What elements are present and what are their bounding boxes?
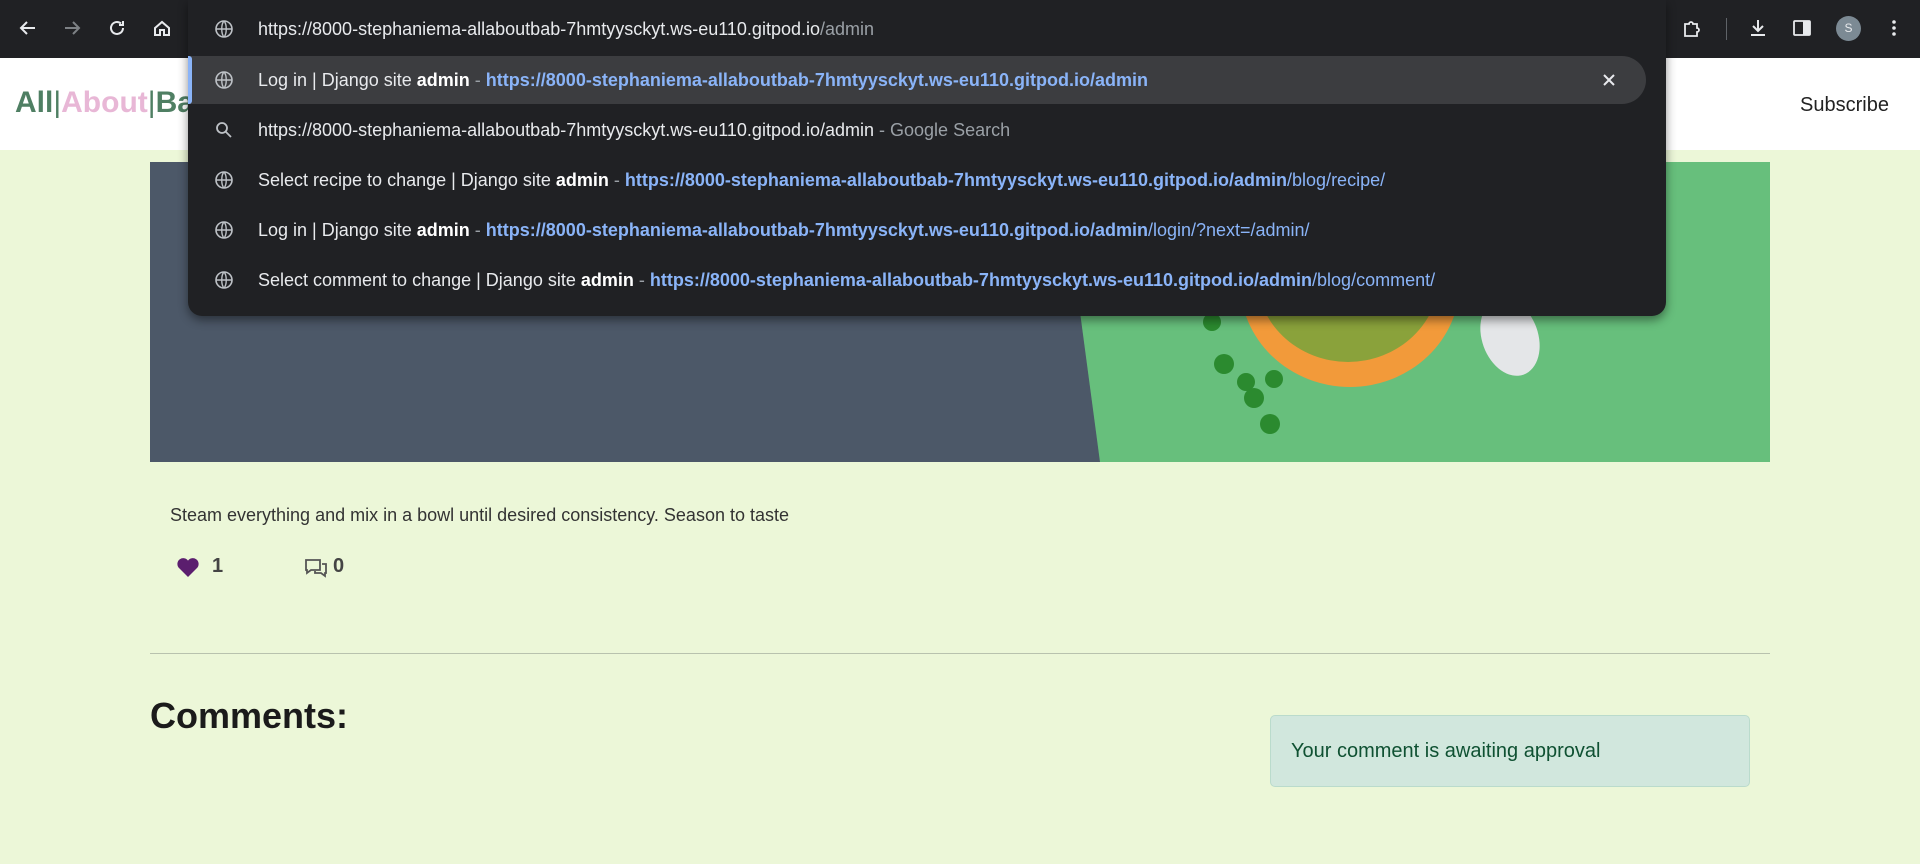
suggestion-title-match: admin	[416, 70, 470, 90]
brand-all: All	[15, 86, 54, 119]
globe-icon	[214, 220, 234, 240]
suggestion-title: Select comment to change | Django site	[258, 270, 581, 290]
like-button[interactable]: 1	[176, 555, 223, 578]
side-panel-icon[interactable]	[1788, 14, 1816, 42]
suggestion-title-match: admin	[580, 270, 634, 290]
brand-about: About	[61, 86, 148, 119]
suggestion-title: Log in | Django site	[258, 220, 417, 240]
menu-icon[interactable]	[1880, 14, 1908, 42]
address-bar-dropdown: https://8000-stephaniema-allaboutbab-7hm…	[188, 0, 1666, 316]
recipe-method-text: Steam everything and mix in a bowl until…	[170, 505, 789, 525]
comments-icon	[305, 558, 327, 578]
suggestion-search-suffix: - Google Search	[874, 120, 1011, 140]
brand-pipe: |	[147, 86, 156, 119]
brand-pipe: |	[53, 86, 62, 119]
suggestion-separator: -	[469, 220, 486, 240]
extensions-icon[interactable]	[1678, 14, 1706, 42]
site-logo[interactable]: All|About|Bab	[15, 86, 212, 120]
suggestion-item[interactable]: Select comment to change | Django site a…	[188, 256, 1646, 304]
suggestion-separator: -	[469, 70, 486, 90]
suggestion-item[interactable]: Select recipe to change | Django site ad…	[188, 156, 1646, 204]
comments-heading: Comments:	[150, 695, 349, 736]
suggestion-separator: -	[633, 270, 650, 290]
suggestion-title-match: admin	[416, 220, 470, 240]
back-icon[interactable]	[12, 12, 44, 44]
home-icon[interactable]	[146, 12, 178, 44]
remove-suggestion-icon[interactable]	[1598, 69, 1620, 91]
suggestion-item[interactable]: Log in | Django site admin - https://800…	[188, 56, 1646, 104]
suggestion-url: https://8000-stephaniema-allaboutbab-7hm…	[624, 170, 1288, 190]
suggestion-item[interactable]: Log in | Django site admin - https://800…	[188, 206, 1646, 254]
subscribe-link[interactable]: Subscribe	[1800, 94, 1889, 117]
address-bar-autocomplete-suffix: /admin	[820, 19, 875, 39]
suggestion-separator: -	[608, 170, 625, 190]
suggestion-item[interactable]: https://8000-stephaniema-allaboutbab-7hm…	[188, 106, 1646, 154]
suggestion-url-rest: /login/?next=/admin/	[1147, 220, 1310, 240]
suggestion-url: https://8000-stephaniema-allaboutbab-7hm…	[649, 270, 1313, 290]
section-divider	[150, 653, 1770, 654]
download-icon[interactable]	[1744, 14, 1772, 42]
forward-icon[interactable]	[56, 12, 88, 44]
suggestion-title-match: admin	[555, 170, 609, 190]
comment-approval-alert: Your comment is awaiting approval	[1270, 715, 1750, 787]
suggestion-url-rest: /blog/recipe/	[1287, 170, 1386, 190]
suggestion-url: https://8000-stephaniema-allaboutbab-7hm…	[485, 220, 1148, 240]
suggestion-url-rest: /blog/comment/	[1312, 270, 1436, 290]
globe-icon	[214, 19, 234, 39]
comment-count: 0	[333, 555, 345, 577]
toolbar-divider	[1726, 18, 1727, 40]
search-icon	[214, 120, 234, 140]
reload-icon[interactable]	[101, 12, 133, 44]
address-bar-typed-text: https://8000-stephaniema-allaboutbab-7hm…	[258, 19, 820, 39]
suggestion-url: https://8000-stephaniema-allaboutbab-7hm…	[485, 70, 1148, 90]
like-count: 1	[212, 555, 224, 577]
address-bar-input[interactable]: https://8000-stephaniema-allaboutbab-7hm…	[188, 8, 1666, 50]
suggestion-title: Log in | Django site	[258, 70, 417, 90]
suggestion-search-text: https://8000-stephaniema-allaboutbab-7hm…	[258, 120, 875, 140]
globe-icon	[214, 270, 234, 290]
heart-icon	[177, 557, 199, 577]
globe-icon	[214, 170, 234, 190]
comment-count-indicator: 0	[303, 555, 344, 578]
profile-avatar[interactable]: S	[1836, 16, 1861, 41]
suggestion-title: Select recipe to change | Django site	[258, 170, 556, 190]
globe-icon	[214, 70, 234, 90]
